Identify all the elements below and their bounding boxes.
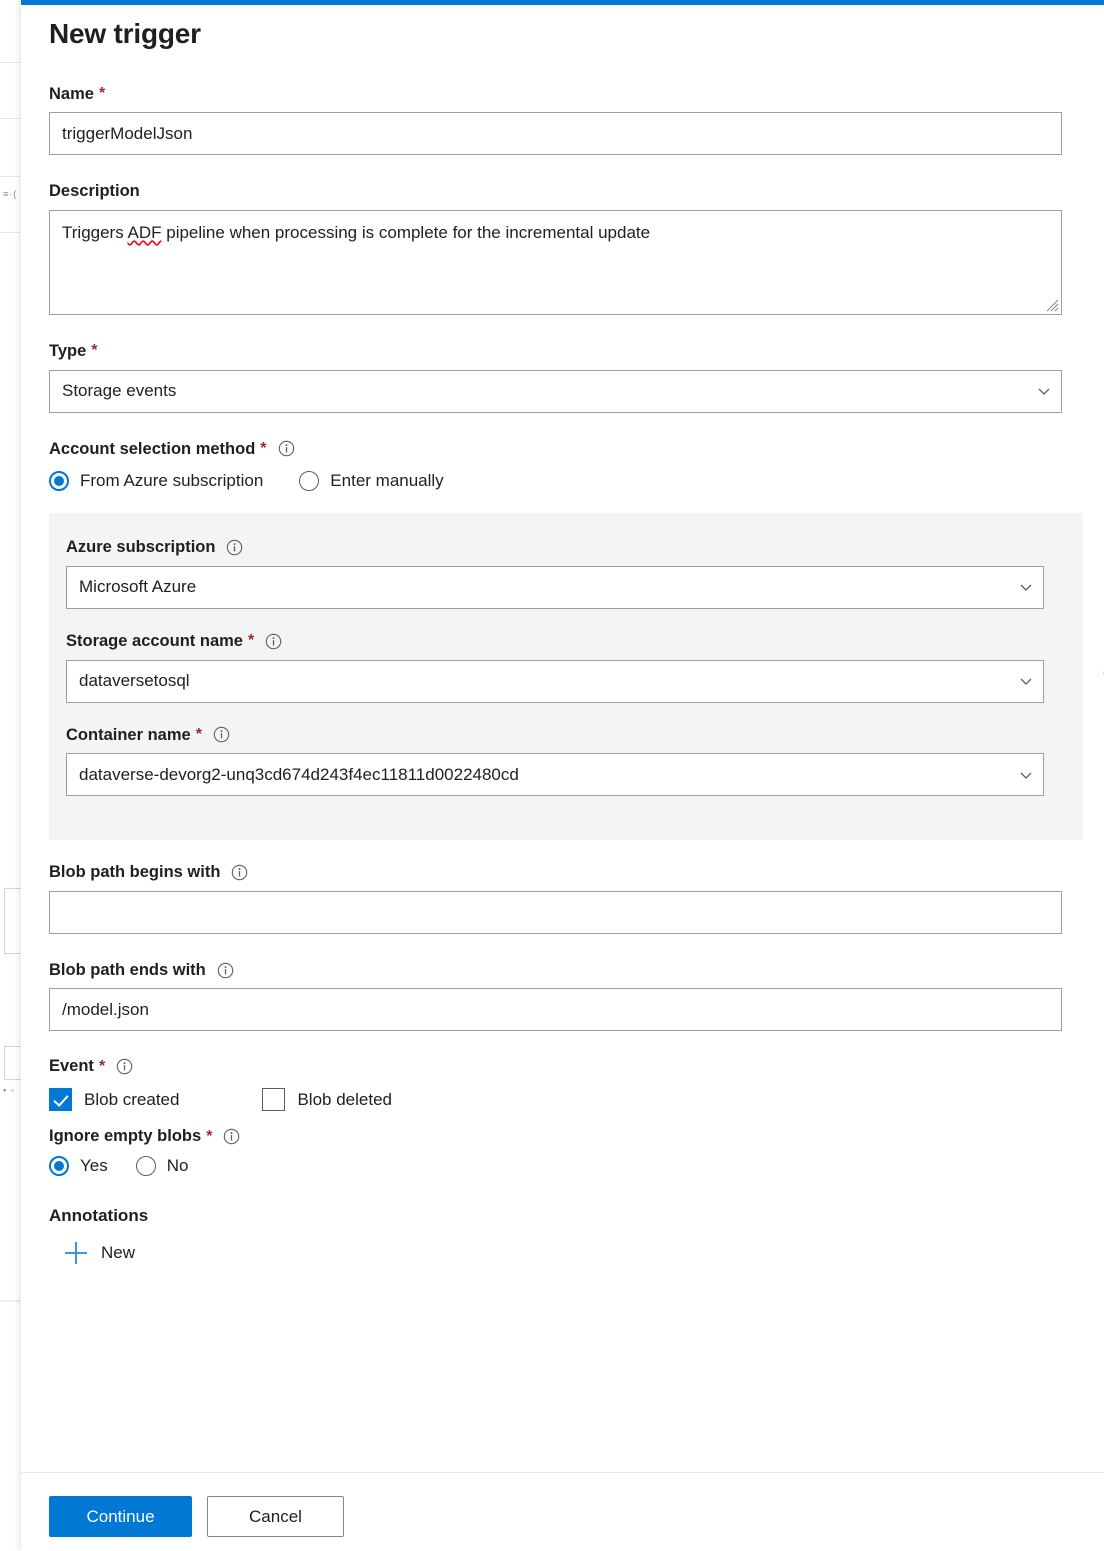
description-label: Description	[49, 181, 1082, 202]
ignore-empty-blobs-radio-group: Yes No	[49, 1156, 1082, 1176]
account-selection-radio-group: From Azure subscription Enter manually	[49, 471, 1082, 491]
radio-enter-manually[interactable]: Enter manually	[299, 471, 443, 491]
container-name-value: dataverse-devorg2-unq3cd674d243f4ec11811…	[66, 753, 1044, 796]
required-asterisk: *	[260, 439, 266, 459]
info-icon[interactable]	[116, 1058, 133, 1075]
dialog-content: New trigger Name * Description Triggers …	[21, 5, 1104, 1472]
name-field-group: Name *	[49, 84, 1082, 156]
type-dropdown-value: Storage events	[49, 370, 1062, 413]
annotations-title: Annotations	[49, 1206, 1082, 1226]
checkbox-indicator-unchecked	[262, 1088, 285, 1111]
cancel-button[interactable]: Cancel	[207, 1496, 344, 1537]
account-selection-method-group: Account selection method * From Azure su…	[49, 439, 1082, 492]
annotations-section: Annotations New	[49, 1206, 1082, 1264]
azure-subscription-value: Microsoft Azure	[66, 566, 1044, 609]
checkbox-blob-deleted[interactable]: Blob deleted	[262, 1088, 392, 1111]
description-text-part2: pipeline when processing is complete for…	[162, 223, 651, 242]
radio-ignore-empty-blobs-yes[interactable]: Yes	[49, 1156, 108, 1176]
storage-account-name-group: Storage account name * dataversetosql	[66, 631, 1083, 703]
storage-account-name-label: Storage account name *	[66, 631, 1083, 652]
checkbox-indicator-checked	[49, 1088, 72, 1111]
ignore-empty-blobs-label: Ignore empty blobs *	[49, 1127, 1082, 1146]
account-selection-method-label-text: Account selection method	[49, 439, 255, 460]
dialog-footer: Continue Cancel	[21, 1472, 1104, 1551]
required-asterisk: *	[91, 341, 97, 361]
info-icon[interactable]	[223, 1128, 240, 1145]
radio-label: No	[167, 1156, 189, 1176]
info-icon[interactable]	[265, 633, 282, 650]
blob-path-begins-with-group: Blob path begins with	[49, 862, 1082, 934]
description-label-text: Description	[49, 181, 140, 202]
required-asterisk: *	[99, 84, 105, 104]
continue-button[interactable]: Continue	[49, 1496, 192, 1537]
new-trigger-dialog: New trigger Name * Description Triggers …	[21, 0, 1104, 1551]
blob-path-ends-with-group: Blob path ends with	[49, 960, 1082, 1032]
info-icon[interactable]	[217, 962, 234, 979]
event-label: Event *	[49, 1057, 1082, 1076]
refresh-storage-accounts-button[interactable]	[1097, 658, 1104, 688]
type-label: Type *	[49, 341, 1082, 362]
background-page-strip: ≡·( ▪ ▫	[0, 0, 21, 1551]
add-annotation-button[interactable]: New	[65, 1242, 135, 1264]
azure-subscription-label: Azure subscription	[66, 537, 1083, 558]
required-asterisk: *	[206, 1128, 212, 1146]
info-icon[interactable]	[231, 864, 248, 881]
azure-account-subpanel: Azure subscription Microsoft Azure	[49, 513, 1083, 840]
info-icon[interactable]	[226, 539, 243, 556]
dialog-title: New trigger	[49, 19, 1082, 50]
event-label-text: Event	[49, 1057, 94, 1076]
required-asterisk: *	[248, 631, 254, 651]
radio-label: Yes	[80, 1156, 108, 1176]
container-name-dropdown[interactable]: dataverse-devorg2-unq3cd674d243f4ec11811…	[66, 753, 1044, 796]
radio-ignore-empty-blobs-no[interactable]: No	[136, 1156, 189, 1176]
checkbox-label: Blob created	[84, 1090, 179, 1110]
radio-label: From Azure subscription	[80, 471, 263, 491]
blob-path-ends-with-input[interactable]	[49, 988, 1062, 1031]
ignore-empty-blobs-group: Ignore empty blobs * Yes	[49, 1127, 1082, 1176]
checkbox-blob-created[interactable]: Blob created	[49, 1088, 179, 1111]
radio-indicator-selected	[49, 471, 69, 491]
name-input[interactable]	[49, 112, 1062, 155]
add-annotation-label: New	[101, 1243, 135, 1263]
blob-path-begins-with-input[interactable]	[49, 891, 1062, 934]
info-icon[interactable]	[278, 440, 295, 457]
info-icon[interactable]	[213, 726, 230, 743]
blob-path-ends-with-label-text: Blob path ends with	[49, 960, 206, 981]
radio-label: Enter manually	[330, 471, 443, 491]
radio-indicator-selected	[49, 1156, 69, 1176]
azure-subscription-label-text: Azure subscription	[66, 537, 215, 558]
azure-subscription-group: Azure subscription Microsoft Azure	[66, 537, 1083, 609]
type-label-text: Type	[49, 341, 86, 362]
event-group: Event * Blob created	[49, 1057, 1082, 1111]
checkbox-label: Blob deleted	[297, 1090, 392, 1110]
container-name-group: Container name * dataverse-devorg2-unq3c…	[66, 725, 1083, 797]
ignore-empty-blobs-label-text: Ignore empty blobs	[49, 1127, 201, 1146]
description-text-part1: Triggers	[62, 223, 128, 242]
refresh-icon	[1098, 659, 1104, 687]
radio-from-azure-subscription[interactable]: From Azure subscription	[49, 471, 263, 491]
plus-icon	[65, 1242, 87, 1264]
name-label: Name *	[49, 84, 1082, 105]
storage-account-name-value: dataversetosql	[66, 660, 1044, 703]
container-name-label: Container name *	[66, 725, 1083, 746]
container-name-label-text: Container name	[66, 725, 191, 746]
azure-subscription-dropdown[interactable]: Microsoft Azure	[66, 566, 1044, 609]
type-field-group: Type * Storage events	[49, 341, 1082, 413]
description-field-group: Description Triggers ADF pipeline when p…	[49, 181, 1082, 315]
name-label-text: Name	[49, 84, 94, 105]
description-misspelled-word: ADF	[128, 223, 162, 242]
blob-path-begins-with-label-text: Blob path begins with	[49, 862, 220, 883]
radio-indicator-unselected	[136, 1156, 156, 1176]
event-checkbox-group: Blob created Blob deleted	[49, 1088, 1082, 1111]
radio-indicator-unselected	[299, 471, 319, 491]
account-selection-method-label: Account selection method *	[49, 439, 1082, 460]
blob-path-ends-with-label: Blob path ends with	[49, 960, 1082, 981]
type-dropdown[interactable]: Storage events	[49, 370, 1062, 413]
description-textarea[interactable]: Triggers ADF pipeline when processing is…	[49, 210, 1062, 315]
storage-account-name-dropdown[interactable]: dataversetosql	[66, 660, 1044, 703]
required-asterisk: *	[99, 1058, 105, 1076]
required-asterisk: *	[196, 725, 202, 745]
blob-path-begins-with-label: Blob path begins with	[49, 862, 1082, 883]
storage-account-name-label-text: Storage account name	[66, 631, 243, 652]
